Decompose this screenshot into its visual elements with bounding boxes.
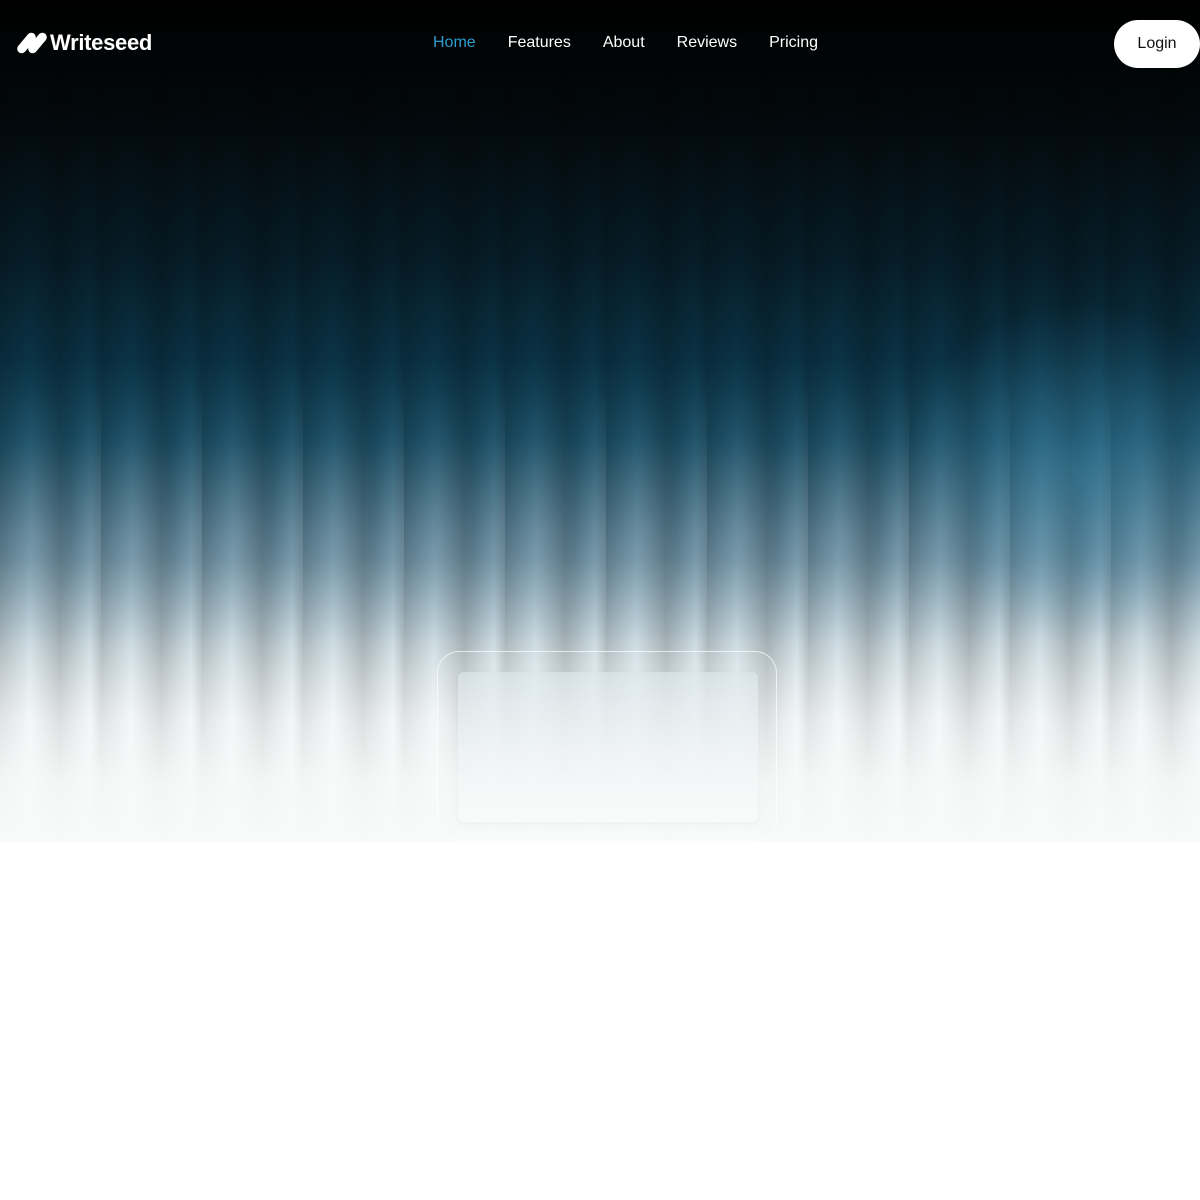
nav-link-reviews[interactable]: Reviews	[677, 34, 737, 52]
hero-glow	[900, 300, 1200, 640]
login-button[interactable]: Login	[1114, 20, 1200, 68]
nav-link-features[interactable]: Features	[508, 34, 571, 52]
brand-logo[interactable]: Writeseed	[15, 30, 153, 56]
preview-card	[458, 672, 758, 822]
brand-name: Writeseed	[50, 30, 153, 55]
top-navbar: Writeseed Home Features About Reviews Pr…	[0, 0, 1200, 88]
nav-link-home[interactable]: Home	[433, 34, 476, 52]
nav-link-about[interactable]: About	[603, 34, 645, 52]
writeseed-logo-icon	[15, 30, 49, 56]
main-nav: Home Features About Reviews Pricing	[433, 34, 818, 52]
nav-link-pricing[interactable]: Pricing	[769, 34, 818, 52]
